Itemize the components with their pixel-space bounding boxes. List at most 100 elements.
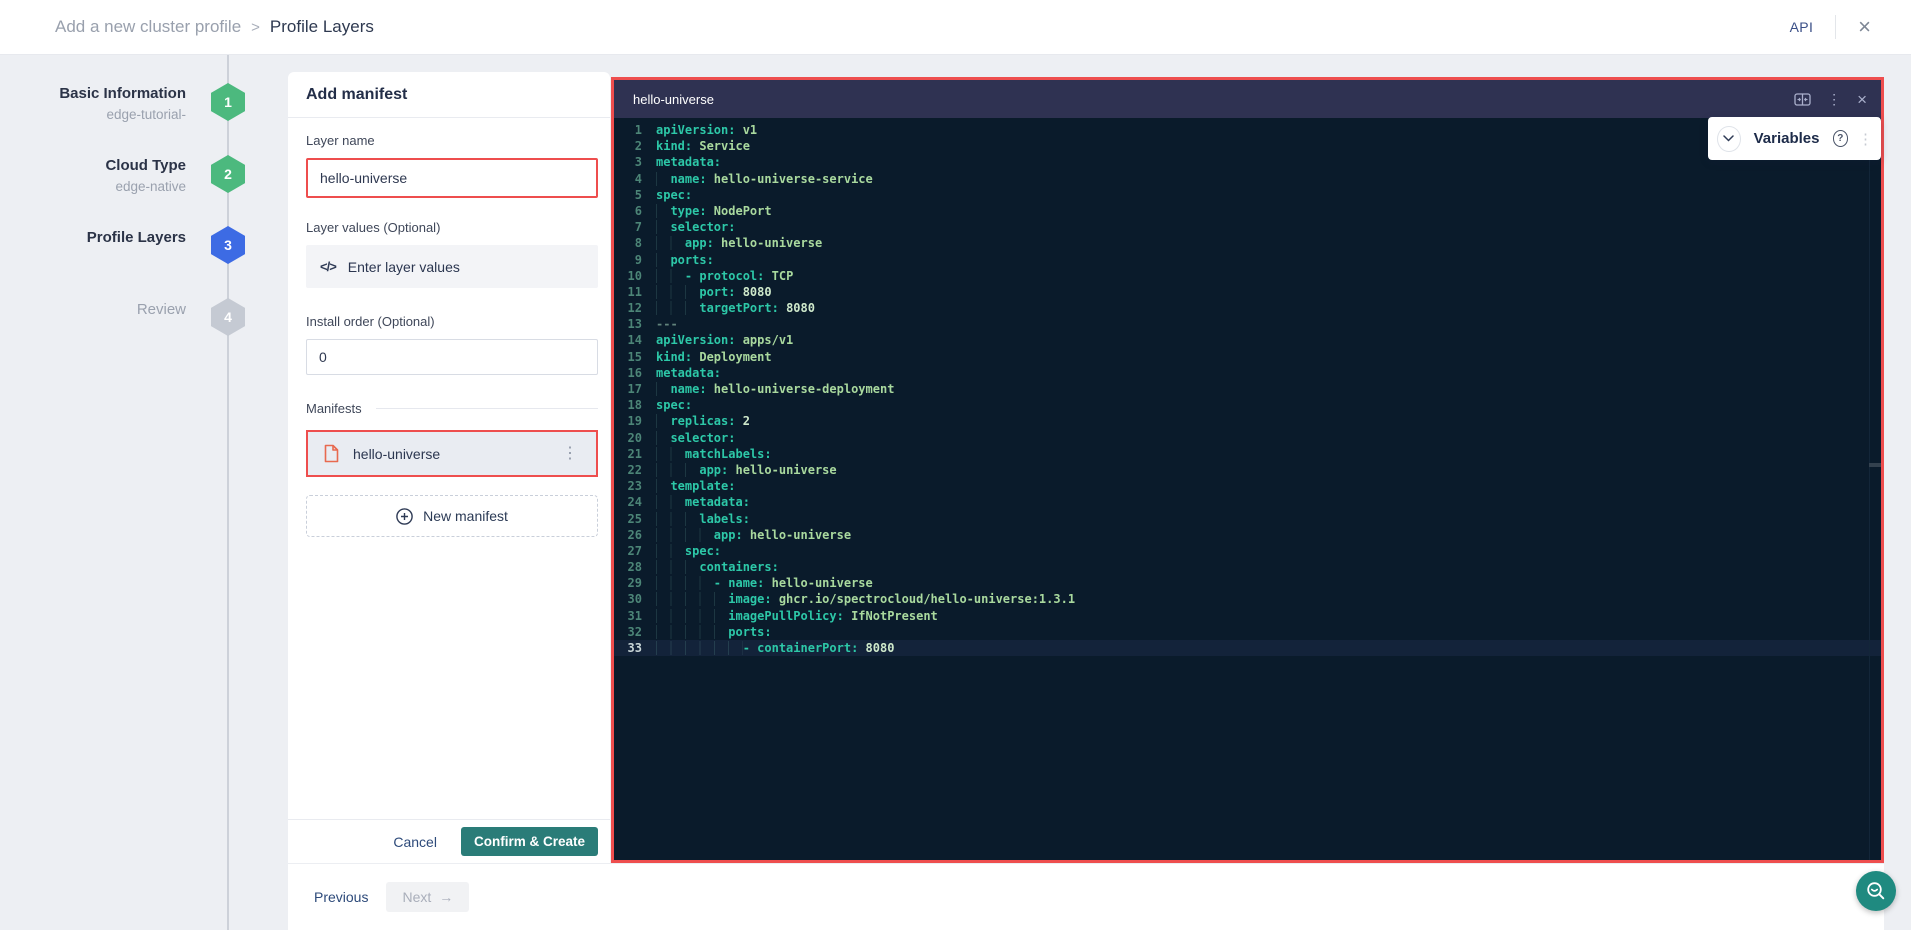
line-number: 17 bbox=[614, 381, 656, 397]
plus-circle-icon bbox=[396, 508, 413, 525]
cancel-button[interactable]: Cancel bbox=[393, 834, 437, 850]
divider bbox=[1835, 15, 1836, 39]
code-line[interactable]: 9 ports: bbox=[614, 252, 1881, 268]
code-line[interactable]: 11 port: 8080 bbox=[614, 284, 1881, 300]
new-manifest-label: New manifest bbox=[423, 508, 508, 524]
topbar-actions: API × bbox=[1790, 15, 1871, 39]
diff-view-icon[interactable] bbox=[1794, 93, 1811, 106]
line-number: 14 bbox=[614, 332, 656, 348]
line-number: 5 bbox=[614, 187, 656, 203]
line-number: 26 bbox=[614, 527, 656, 543]
code-line[interactable]: 5spec: bbox=[614, 187, 1881, 203]
breadcrumb-separator: > bbox=[251, 19, 260, 36]
line-number: 27 bbox=[614, 543, 656, 559]
code-line[interactable]: 6 type: NodePort bbox=[614, 203, 1881, 219]
code-icon: </> bbox=[320, 259, 336, 274]
line-number: 23 bbox=[614, 478, 656, 494]
code-line[interactable]: 10 - protocol: TCP bbox=[614, 268, 1881, 284]
code-line[interactable]: 28 containers: bbox=[614, 559, 1881, 575]
code-area[interactable]: 1apiVersion: v12kind: Service3metadata:4… bbox=[614, 118, 1881, 860]
panel-title: Add manifest bbox=[288, 72, 610, 118]
variables-kebab-icon[interactable]: ⋮ bbox=[1858, 130, 1873, 148]
line-number: 3 bbox=[614, 154, 656, 170]
code-line[interactable]: 27 spec: bbox=[614, 543, 1881, 559]
code-line[interactable]: 25 labels: bbox=[614, 511, 1881, 527]
step-number-hexagon: 4 bbox=[211, 298, 245, 336]
line-number: 7 bbox=[614, 219, 656, 235]
enter-layer-values-button[interactable]: </> Enter layer values bbox=[306, 245, 598, 288]
layer-name-input[interactable] bbox=[306, 158, 598, 198]
code-line[interactable]: 24 metadata: bbox=[614, 494, 1881, 510]
code-line[interactable]: 4 name: hello-universe-service bbox=[614, 171, 1881, 187]
new-manifest-button[interactable]: New manifest bbox=[306, 495, 598, 537]
layer-values-label: Layer values (Optional) bbox=[306, 220, 598, 235]
code-line[interactable]: 21 matchLabels: bbox=[614, 446, 1881, 462]
help-icon[interactable]: ? bbox=[1833, 130, 1849, 147]
manifest-kebab-icon[interactable]: ⋮ bbox=[556, 442, 584, 466]
step-number-hexagon: 2 bbox=[211, 155, 245, 193]
manifest-item-hello-universe[interactable]: hello-universe ⋮ bbox=[306, 430, 598, 477]
line-number: 24 bbox=[614, 494, 656, 510]
code-line[interactable]: 16metadata: bbox=[614, 365, 1881, 381]
confirm-create-button[interactable]: Confirm & Create bbox=[461, 827, 598, 856]
line-number: 29 bbox=[614, 575, 656, 591]
step-subtitle: edge-tutorial- bbox=[0, 105, 186, 124]
code-line[interactable]: 15kind: Deployment bbox=[614, 349, 1881, 365]
code-line[interactable]: 22 app: hello-universe bbox=[614, 462, 1881, 478]
code-line[interactable]: 33 - containerPort: 8080 bbox=[614, 640, 1881, 656]
code-line[interactable]: 13--- bbox=[614, 316, 1881, 332]
add-manifest-panel: Add manifest Layer name Layer values (Op… bbox=[288, 72, 610, 863]
code-line[interactable]: 17 name: hello-universe-deployment bbox=[614, 381, 1881, 397]
code-line[interactable]: 23 template: bbox=[614, 478, 1881, 494]
code-line[interactable]: 14apiVersion: apps/v1 bbox=[614, 332, 1881, 348]
code-line[interactable]: 7 selector: bbox=[614, 219, 1881, 235]
code-line[interactable]: 1apiVersion: v1 bbox=[614, 122, 1881, 138]
scrollbar-thumb[interactable] bbox=[1869, 463, 1881, 467]
line-number: 2 bbox=[614, 138, 656, 154]
layer-name-label: Layer name bbox=[306, 133, 598, 148]
yaml-editor: hello-universe ⋮ × 1apiVersion: v12kind:… bbox=[611, 77, 1884, 863]
file-icon bbox=[324, 444, 339, 463]
line-number: 11 bbox=[614, 284, 656, 300]
breadcrumb-parent[interactable]: Add a new cluster profile bbox=[55, 17, 241, 37]
next-label: Next bbox=[402, 889, 431, 905]
step-title: Profile Layers bbox=[0, 228, 186, 248]
line-number: 22 bbox=[614, 462, 656, 478]
line-number: 10 bbox=[614, 268, 656, 284]
previous-button[interactable]: Previous bbox=[314, 889, 368, 905]
next-button[interactable]: Next → bbox=[386, 882, 469, 912]
chevron-down-icon[interactable] bbox=[1717, 126, 1741, 152]
code-line[interactable]: 29 - name: hello-universe bbox=[614, 575, 1881, 591]
manifests-label: Manifests bbox=[306, 401, 362, 416]
code-line[interactable]: 26 app: hello-universe bbox=[614, 527, 1881, 543]
api-button[interactable]: API bbox=[1790, 19, 1813, 35]
line-number: 1 bbox=[614, 122, 656, 138]
code-line[interactable]: 12 targetPort: 8080 bbox=[614, 300, 1881, 316]
code-line[interactable]: 32 ports: bbox=[614, 624, 1881, 640]
code-line[interactable]: 19 replicas: 2 bbox=[614, 413, 1881, 429]
divider bbox=[376, 408, 598, 409]
line-number: 25 bbox=[614, 511, 656, 527]
editor-scrollbar[interactable] bbox=[1869, 118, 1881, 860]
line-number: 21 bbox=[614, 446, 656, 462]
code-line[interactable]: 3metadata: bbox=[614, 154, 1881, 170]
install-order-label: Install order (Optional) bbox=[306, 314, 598, 329]
line-number: 28 bbox=[614, 559, 656, 575]
code-line[interactable]: 18spec: bbox=[614, 397, 1881, 413]
step-title: Basic Information bbox=[0, 84, 186, 104]
line-number: 6 bbox=[614, 203, 656, 219]
help-search-fab[interactable] bbox=[1856, 871, 1896, 911]
panel-footer: Cancel Confirm & Create bbox=[288, 819, 610, 863]
close-icon[interactable]: × bbox=[1858, 16, 1871, 38]
top-bar: Add a new cluster profile > Profile Laye… bbox=[0, 0, 1911, 55]
variables-label: Variables bbox=[1754, 130, 1820, 147]
editor-kebab-icon[interactable]: ⋮ bbox=[1827, 91, 1841, 108]
editor-close-icon[interactable]: × bbox=[1857, 91, 1867, 108]
code-line[interactable]: 2kind: Service bbox=[614, 138, 1881, 154]
code-line[interactable]: 8 app: hello-universe bbox=[614, 235, 1881, 251]
code-line[interactable]: 30 image: ghcr.io/spectrocloud/hello-uni… bbox=[614, 591, 1881, 607]
line-number: 12 bbox=[614, 300, 656, 316]
code-line[interactable]: 20 selector: bbox=[614, 430, 1881, 446]
code-line[interactable]: 31 imagePullPolicy: IfNotPresent bbox=[614, 608, 1881, 624]
install-order-input[interactable] bbox=[306, 339, 598, 375]
